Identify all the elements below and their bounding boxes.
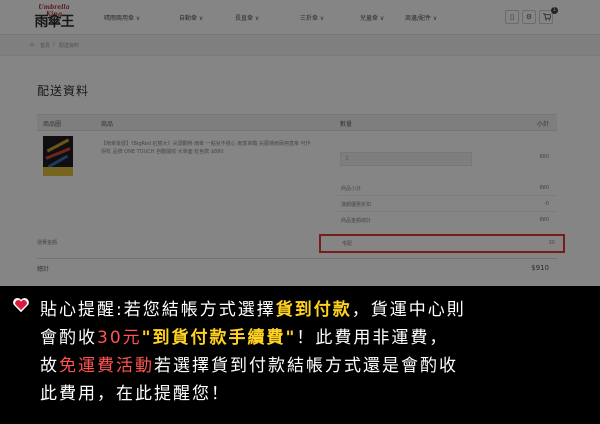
notice-text: ！此費用非運費， bbox=[296, 328, 449, 348]
dim-overlay bbox=[0, 0, 600, 286]
heart-icon bbox=[13, 298, 29, 313]
notice-text: 貼心提醒:若您結帳方式選擇 bbox=[40, 300, 276, 320]
notice-text: 會酌收 bbox=[40, 328, 97, 348]
notice-text: 故 bbox=[40, 356, 59, 376]
notice-line-4: 此費用，在此提醒您！ bbox=[40, 384, 230, 404]
notice-line-1: 貼心提醒:若您結帳方式選擇貨到付款，貨運中心則 bbox=[40, 296, 466, 324]
notice-cod-highlight: 貨到付款 bbox=[275, 300, 352, 320]
notice-fee-amount: 30元 bbox=[97, 328, 142, 348]
notice-text: ，貨運中心則 bbox=[351, 300, 466, 320]
checkout-page: Umbrella King 雨傘王 晴雨兩用傘 ∨ 自動傘 ∨ 長直傘 ∨ 三折… bbox=[0, 0, 600, 286]
notice-line-2: 會酌收30元"到貨付款手續費"！此費用非運費， bbox=[40, 324, 448, 352]
notice-text: 若選擇貨到付款結帳方式還是會酌收 bbox=[154, 356, 458, 376]
notice-free-shipping: 免運費活動 bbox=[59, 356, 154, 376]
notice-line-3: 故免運費活動若選擇貨到付款結帳方式還是會酌收 bbox=[40, 352, 458, 380]
notice-fee-name: "到貨付款手續費" bbox=[141, 328, 297, 348]
